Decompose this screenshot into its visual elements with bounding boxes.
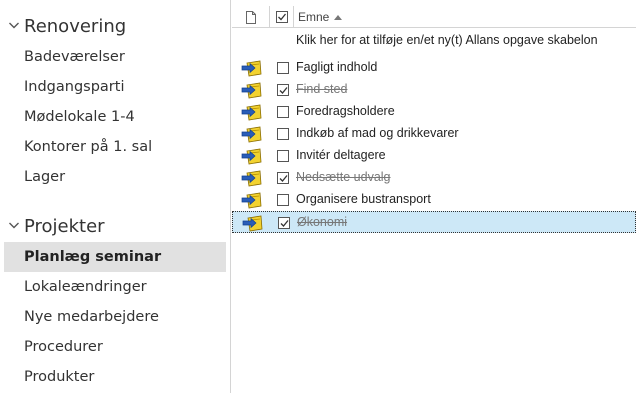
task-assigned-icon: [241, 170, 262, 187]
nav-item-kontorer[interactable]: Kontorer på 1. sal: [4, 132, 226, 162]
complete-checkbox[interactable]: [277, 62, 289, 74]
column-icon-header[interactable]: [232, 6, 270, 28]
complete-checkbox[interactable]: [277, 106, 289, 118]
checkmark-icon: [279, 175, 288, 182]
task-row[interactable]: Indkøb af mad og drikkevarer: [232, 123, 636, 145]
group-header-projekter[interactable]: Projekter: [0, 211, 231, 241]
column-complete-header[interactable]: [270, 6, 294, 28]
task-row[interactable]: Organisere bustransport: [232, 189, 636, 211]
group-title: Renovering: [24, 15, 127, 37]
task-row[interactable]: Fagligt indhold: [232, 57, 636, 79]
task-assigned-icon: [241, 60, 262, 77]
checkmark-icon: [280, 220, 289, 227]
nav-item-nye-medarbejdere[interactable]: Nye medarbejdere: [4, 302, 226, 332]
task-assigned-icon: [241, 148, 262, 165]
task-row[interactable]: Økonomi: [232, 211, 636, 233]
chevron-down-icon: [9, 222, 19, 229]
task-subject: Fagligt indhold: [296, 60, 378, 74]
nav-item-produkter[interactable]: Produkter: [4, 362, 226, 392]
task-subject: Nedsætte udvalg: [296, 170, 391, 184]
checkbox-icon: [275, 11, 288, 23]
column-subject-label: Emne: [298, 10, 330, 24]
group-header-renovering[interactable]: Renovering: [0, 11, 231, 41]
task-assigned-icon: [241, 82, 262, 99]
task-subject: Indkøb af mad og drikkevarer: [296, 126, 459, 140]
complete-checkbox[interactable]: [277, 128, 289, 140]
column-header: Emne: [232, 6, 636, 28]
task-assigned-icon: [241, 104, 262, 121]
nav-item-indgangsparti[interactable]: Indgangsparti: [4, 72, 226, 102]
new-task-input[interactable]: Klik her for at tilføje en/et ny(t) Alla…: [296, 33, 598, 47]
chevron-down-icon: [9, 22, 19, 29]
task-subject: Organisere bustransport: [296, 192, 431, 206]
task-row[interactable]: Nedsætte udvalg: [232, 167, 636, 189]
document-icon: [245, 10, 256, 24]
task-row[interactable]: Find sted: [232, 79, 636, 101]
task-assigned-icon: [241, 126, 262, 143]
checkmark-icon: [279, 87, 288, 94]
nav-item-badevaerelser[interactable]: Badeværelser: [4, 42, 226, 72]
complete-checkbox[interactable]: [277, 150, 289, 162]
task-assigned-icon: [242, 215, 263, 232]
task-subject: Foredragsholdere: [296, 104, 395, 118]
task-assigned-icon: [241, 192, 262, 209]
folder-pane: Renovering Badeværelser Indgangsparti Mø…: [0, 0, 231, 393]
nav-item-lager[interactable]: Lager: [4, 162, 226, 192]
nav-item-planlaeg-seminar[interactable]: Planlæg seminar: [4, 242, 226, 272]
complete-checkbox[interactable]: [277, 172, 289, 184]
task-row[interactable]: Invitér deltagere: [232, 145, 636, 167]
complete-checkbox[interactable]: [277, 84, 289, 96]
task-row[interactable]: Foredragsholdere: [232, 101, 636, 123]
nav-item-procedurer[interactable]: Procedurer: [4, 332, 226, 362]
nav-item-modelokale[interactable]: Mødelokale 1-4: [4, 102, 226, 132]
complete-checkbox[interactable]: [278, 217, 290, 229]
sort-ascending-icon: [334, 14, 343, 20]
complete-checkbox[interactable]: [277, 194, 289, 206]
column-subject-header[interactable]: Emne: [298, 6, 343, 28]
group-title: Projekter: [24, 215, 105, 237]
task-subject: Økonomi: [297, 215, 348, 229]
nav-item-lokaleaendringer[interactable]: Lokaleændringer: [4, 272, 226, 302]
task-subject: Invitér deltagere: [296, 148, 386, 162]
task-list: Emne Klik her for at tilføje en/et ny(t)…: [232, 0, 636, 393]
task-subject: Find sted: [296, 82, 348, 96]
